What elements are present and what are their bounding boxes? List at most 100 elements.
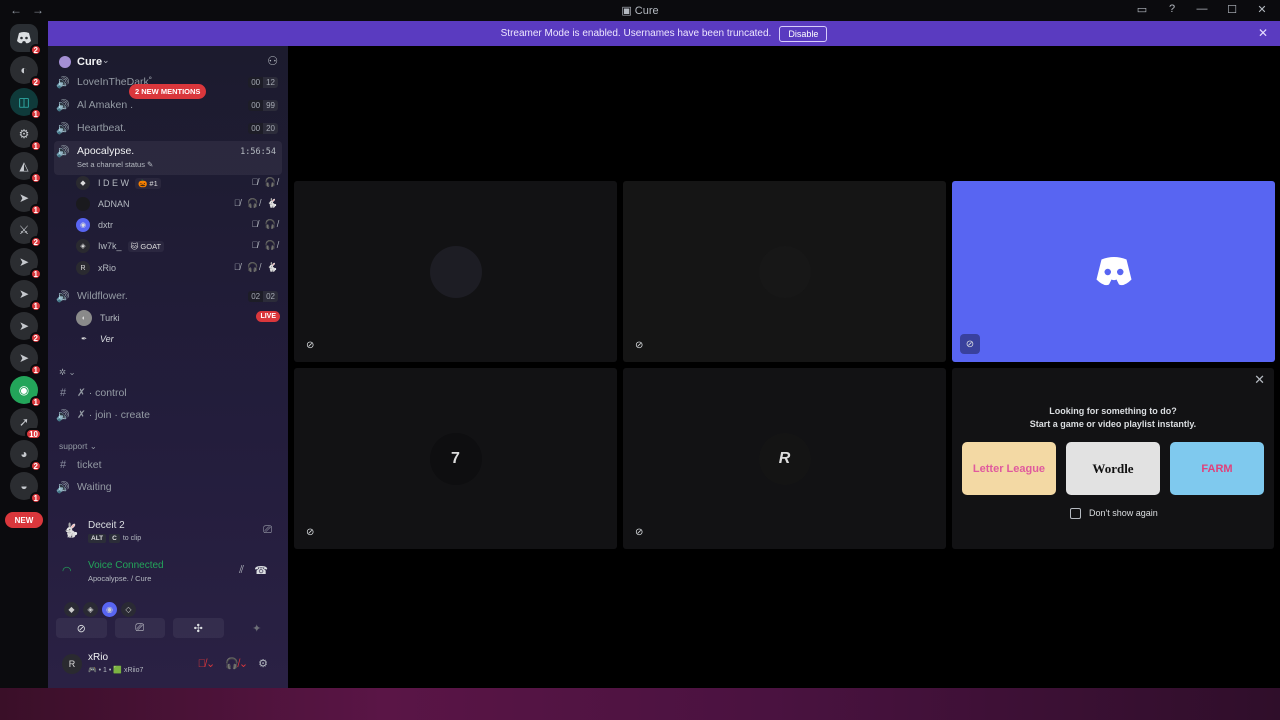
voice-location[interactable]: Apocalypse. / Cure (88, 574, 151, 583)
close-icon[interactable]: ✕ (1258, 26, 1268, 40)
new-servers-pill[interactable]: NEW (5, 512, 43, 528)
voice-channel[interactable]: 🔊 ✗ · join · create (54, 405, 282, 425)
voice-user[interactable]: ◆ I D E W 🎃 #1 🎙̸ 🎧̸ (76, 173, 280, 193)
server-icon[interactable]: ➤ 2 (10, 312, 42, 344)
game-card-letter-league[interactable]: Letter League (962, 442, 1056, 495)
voice-channel[interactable]: 🔊 Wildflower. 02 02 (54, 286, 282, 306)
window-title-text: Cure (634, 5, 659, 17)
camera-off-button[interactable]: ⊘ (56, 618, 107, 638)
avatar[interactable]: ◉ (102, 602, 117, 617)
mute-deafen-icons: 🎙̸ 🎧̸ (251, 219, 280, 229)
mic-off-icon: ⊘ (960, 334, 980, 354)
voice-action-buttons: ⊘ ⎚ ✣ ✦ (56, 618, 282, 642)
username: Iw7k_ (98, 241, 122, 251)
game-card-farm[interactable]: FARM (1170, 442, 1264, 495)
channel-name: Wildflower. (77, 290, 128, 302)
voice-channel[interactable]: 🔊 Heartbeat. 00 20 (54, 118, 282, 138)
dont-show-label[interactable]: Don't show again (1089, 508, 1158, 518)
avatar[interactable]: R (62, 654, 82, 674)
avatar[interactable]: ◈ (83, 602, 98, 617)
voice-user[interactable]: ◐ Turki LIVE (76, 307, 280, 329)
soundboard-button[interactable]: ✦ (232, 618, 283, 638)
avatar (758, 245, 811, 298)
server-icon[interactable]: ➤ 1 (10, 344, 42, 376)
channel-status-link[interactable]: Set a channel status ✎ (77, 160, 153, 169)
voice-user[interactable]: ◈ Iw7k_ 🐱 GOAT 🎙̸ 🎧̸ (76, 236, 280, 256)
activities-button[interactable]: ✣ (173, 618, 224, 638)
disable-button[interactable]: Disable (779, 25, 828, 42)
text-channel[interactable]: # ✗ · control (54, 383, 282, 403)
gear-icon[interactable]: ⚙ (258, 657, 268, 670)
disconnect-icon[interactable]: ☎ (254, 564, 268, 577)
screen-share-icon[interactable]: ⎚ (263, 524, 272, 537)
speaker-icon: 🔊 (56, 290, 70, 303)
new-mentions-pill[interactable]: 2 NEW MENTIONS (129, 84, 207, 99)
server-icon[interactable]: ➤ 1 (10, 184, 42, 216)
maximize-button[interactable]: ☐ (1224, 3, 1240, 16)
unread-badge: 1 (29, 172, 42, 184)
mute-deafen-icons: 🎙̸ 🎧̸ 🐇 (233, 198, 280, 208)
game-icon: 🐇 (62, 522, 80, 538)
minimize-button[interactable]: — (1194, 3, 1210, 16)
server-icon[interactable]: ⚙ 1 (10, 120, 42, 152)
voice-connection-panel: ◠ Voice Connected Apocalypse. / Cure ⫽ ☎ (54, 556, 282, 588)
signal-icon[interactable]: ◠ (62, 564, 72, 577)
mic-muted-icon[interactable]: 🎙̸⌄ (198, 657, 215, 670)
server-icon[interactable]: ◕ 2 (10, 440, 42, 472)
username: I D E W (98, 178, 129, 188)
dont-show-checkbox[interactable] (1070, 508, 1081, 519)
server-icon[interactable]: ◭ 1 (10, 152, 42, 184)
user-panel: R xRio 🎮 • 1 • 🟩 xRiio7 🎙̸⌄ 🎧̸⌄ ⚙ (54, 646, 282, 686)
server-icon[interactable]: ◉ 1 (10, 376, 42, 408)
avatar[interactable]: ◆ (64, 602, 79, 617)
server-icon[interactable]: ◐ 2 (10, 56, 42, 88)
speaker-icon: 🔊 (56, 481, 70, 494)
participant-tile[interactable]: ⊘ (952, 181, 1275, 362)
participant-tile[interactable]: R ⊘ (623, 368, 946, 549)
noise-suppression-icon[interactable]: ⫽ (239, 564, 244, 577)
headphones-deafened-icon[interactable]: 🎧̸⌄ (225, 657, 248, 670)
server-icon[interactable]: ⚔ 2 (10, 216, 42, 248)
close-icon[interactable]: ✕ (1254, 372, 1265, 388)
voice-user[interactable]: ADNAN 🎙̸ 🎧̸ 🐇 (76, 194, 280, 214)
server-icon[interactable]: ➚ 10 (10, 408, 42, 440)
participant-tile[interactable]: ⊘ (623, 181, 946, 362)
count-left: 00 (248, 76, 264, 88)
game-card-wordle[interactable]: Wordle (1066, 442, 1160, 495)
close-window-button[interactable]: ✕ (1254, 3, 1270, 16)
voice-status[interactable]: Voice Connected (88, 560, 164, 571)
server-avatar (59, 56, 71, 68)
screen-share-button[interactable]: ⎚ (114, 618, 165, 638)
participant-tile[interactable]: ⊘ (294, 181, 617, 362)
avatar[interactable]: ◇ (121, 602, 136, 617)
help-icon[interactable]: ? (1164, 3, 1180, 16)
server-icon[interactable]: ◫ 1 (10, 88, 42, 120)
category-header[interactable]: support ⌄ (59, 441, 97, 452)
invite-people-icon[interactable]: ⚇ (267, 54, 278, 68)
server-icon[interactable]: ➤ 1 (10, 248, 42, 280)
inbox-icon[interactable]: ▭ (1134, 3, 1150, 16)
avatar: ◆ (76, 176, 90, 190)
active-voice-channel[interactable]: 🔊 Apocalypse. 1:56:54 Set a channel stat… (54, 141, 282, 175)
text-channel[interactable]: # ticket (54, 455, 282, 475)
server-icon[interactable]: ◒ 1 (10, 472, 42, 504)
user-count: 00 99 (248, 99, 278, 111)
voice-user[interactable]: R xRio 🎙̸ 🎧̸ 🐇 (76, 258, 280, 278)
username: Ver (100, 334, 114, 344)
username[interactable]: xRio (88, 652, 108, 663)
unread-badge: 2 (29, 76, 42, 88)
count-left: 02 (248, 290, 264, 302)
voice-user[interactable]: ✒ Ver (76, 328, 280, 350)
voice-user[interactable]: ◉ dxtr 🎙̸ 🎧̸ (76, 215, 280, 235)
discord-logo-icon (1088, 246, 1140, 298)
unread-badge: 1 (29, 268, 42, 280)
live-badge: LIVE (256, 311, 280, 322)
participant-tile[interactable]: 7 ⊘ (294, 368, 617, 549)
server-icon[interactable]: ➤ 1 (10, 280, 42, 312)
speaker-icon: 🔊 (56, 409, 70, 422)
category-header[interactable]: ✲ ⌄ (59, 367, 76, 378)
hashtag-icon: # (59, 459, 67, 471)
voice-channel[interactable]: 🔊 Waiting (54, 477, 282, 497)
unread-badge: 2 (29, 332, 42, 344)
home-button[interactable]: 2 (10, 24, 42, 56)
